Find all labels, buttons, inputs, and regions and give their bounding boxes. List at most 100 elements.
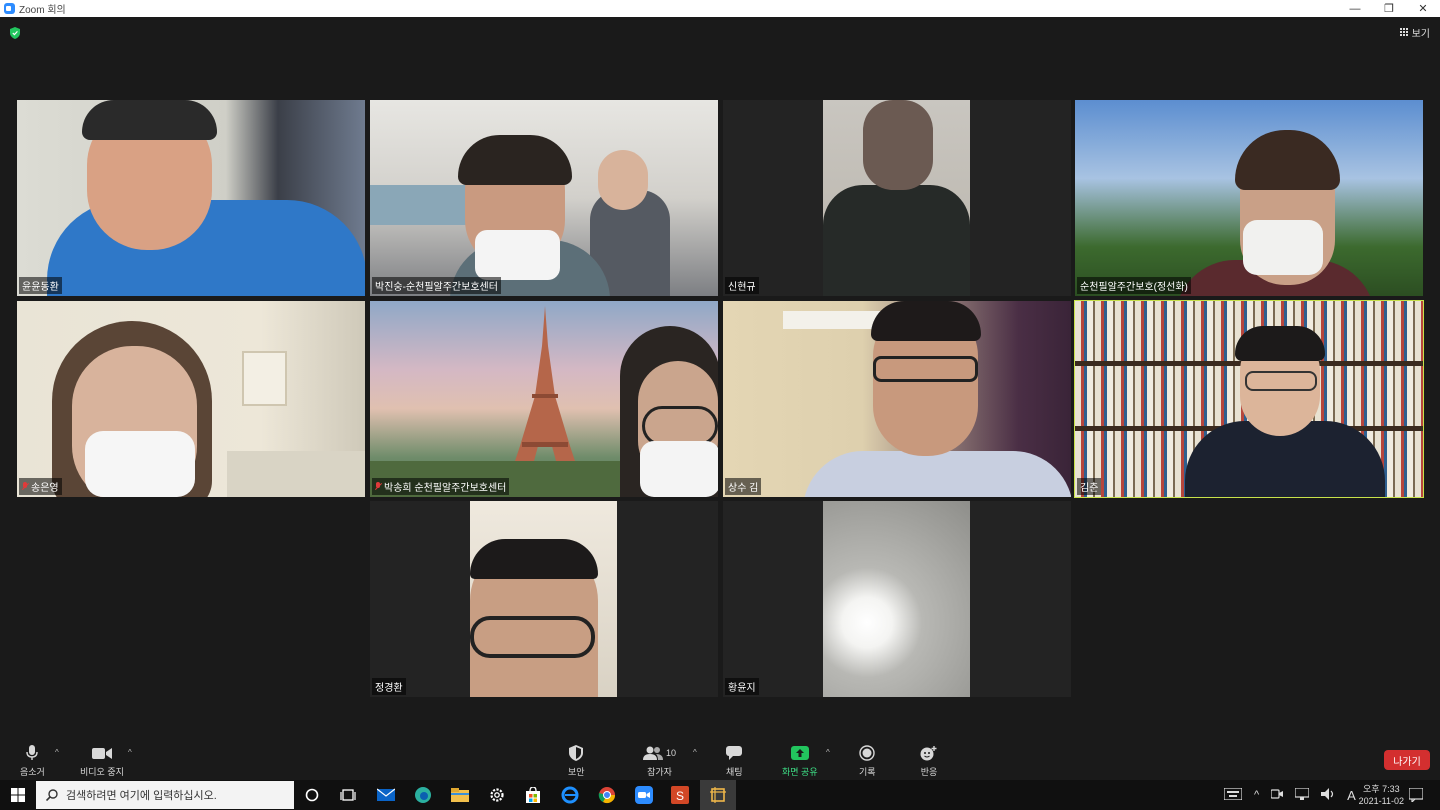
security-shield-icon (569, 744, 584, 762)
participant-name-label: 황윤지 (725, 678, 759, 695)
person-face (863, 100, 933, 190)
mute-button[interactable]: 음소거 (20, 744, 45, 778)
video-tile[interactable]: 신현규 (723, 100, 1071, 296)
show-hidden-icons-chevron-icon[interactable]: ^ (1254, 789, 1259, 801)
face-mask (475, 230, 560, 280)
participant-name-label: 송은영 (19, 478, 62, 495)
chat-label: 채팅 (726, 767, 743, 777)
leave-meeting-button[interactable]: 나가기 (1384, 750, 1430, 770)
close-button[interactable]: ✕ (1406, 0, 1440, 17)
view-label: 보기 (1411, 29, 1430, 40)
meet-now-icon[interactable] (1270, 788, 1284, 803)
eiffel-tower-image (510, 306, 580, 476)
view-button[interactable]: 보기 (1399, 25, 1430, 40)
edge-browser-icon[interactable] (413, 785, 433, 805)
face-mask (640, 441, 718, 497)
appliance (227, 451, 365, 497)
input-language-indicator[interactable]: A (1347, 788, 1356, 803)
store-icon[interactable] (523, 785, 543, 805)
participants-label: 참가자 (647, 767, 672, 777)
zoom-app-icon[interactable] (634, 785, 654, 805)
task-view-icon[interactable] (338, 785, 358, 805)
video-tile[interactable]: 황윤지 (723, 501, 1071, 697)
participant-name-label: 윤윤동환 (19, 277, 62, 294)
meeting-stage: 보기 윤윤동환 박진숭-순천필알주간보호센터 신현규 순천필알주간보호(정선화) (0, 17, 1440, 740)
file-explorer-icon[interactable] (450, 785, 470, 805)
mail-icon[interactable] (376, 785, 396, 805)
chrome-browser-icon[interactable] (597, 785, 617, 805)
security-label: 보안 (568, 767, 585, 777)
person-hair (1235, 326, 1325, 361)
record-icon (859, 744, 875, 762)
muted-mic-icon (375, 482, 381, 491)
reactions-button[interactable]: 반응 (920, 744, 938, 778)
minimize-button[interactable]: — (1338, 0, 1372, 17)
restore-button[interactable]: ❐ (1372, 0, 1406, 17)
video-options-caret[interactable]: ^ (128, 748, 132, 757)
person-body (823, 185, 970, 296)
volume-icon[interactable] (1321, 787, 1335, 803)
share-screen-icon (790, 744, 809, 762)
reactions-smiley-icon (920, 744, 938, 762)
notifications-icon[interactable] (1406, 785, 1426, 805)
security-button[interactable]: 보안 (568, 744, 585, 778)
reactions-label: 반응 (920, 767, 938, 777)
settings-gear-icon[interactable] (487, 785, 507, 805)
participants-icon: 10 (643, 744, 676, 762)
participant-name-label: 순천필알주간보호(정선화) (1077, 277, 1191, 294)
video-tile[interactable]: 상수 김 (723, 301, 1071, 497)
chat-bubble-icon (726, 744, 743, 762)
audio-options-caret[interactable]: ^ (55, 748, 59, 757)
encryption-shield-icon[interactable] (10, 27, 20, 39)
video-tile[interactable]: 송은영 (17, 301, 365, 497)
participants-options-caret[interactable]: ^ (693, 748, 697, 757)
participant-name-label: 김춘 (1077, 478, 1102, 495)
video-tile[interactable]: 윤윤동환 (17, 100, 365, 296)
video-camera-icon (91, 744, 112, 762)
share-screen-label: 화면 공유 (782, 767, 818, 777)
video-tile-active-speaker[interactable]: 김춘 (1074, 300, 1424, 498)
face-mask (1243, 220, 1323, 275)
cortana-icon[interactable] (302, 785, 322, 805)
snipping-tool-icon[interactable] (708, 785, 728, 805)
glasses (1245, 371, 1317, 391)
system-tray: ^ A (1223, 780, 1356, 810)
video-tile[interactable]: 박진숭-순천필알주간보호센터 (370, 100, 718, 296)
record-label: 기록 (859, 767, 876, 777)
chat-button[interactable]: 채팅 (726, 744, 743, 778)
taskbar-search-input[interactable]: 검색하려면 여기에 입력하십시오. (36, 781, 294, 809)
internet-explorer-icon[interactable] (560, 785, 580, 805)
search-placeholder: 검색하려면 여기에 입력하십시오. (66, 790, 217, 802)
record-button[interactable]: 기록 (859, 744, 876, 778)
taskbar-clock[interactable]: 오후 7:33 2021-11-02 (1359, 783, 1404, 807)
person-body (803, 451, 1071, 497)
video-tile[interactable]: 정경환 (370, 501, 718, 697)
zoom-logo-icon (4, 3, 15, 14)
window-titlebar: Zoom 회의 — ❐ ✕ (0, 0, 1440, 17)
person-hair (82, 100, 217, 140)
windows-logo-icon (11, 788, 25, 802)
face-mask (85, 431, 195, 497)
share-options-caret[interactable]: ^ (826, 748, 830, 757)
meeting-controls-bar: 음소거 ^ 비디오 중지 ^ 보안 10 참가자 ^ 채팅 화면 공유 ^ 기록… (0, 740, 1440, 780)
muted-mic-icon (22, 482, 28, 491)
presentation-app-icon[interactable]: S (670, 785, 690, 805)
participant-name-label: 신현규 (725, 277, 759, 294)
participants-button[interactable]: 10 참가자 (643, 744, 676, 778)
search-icon (46, 789, 58, 801)
share-screen-button[interactable]: 화면 공유 (782, 744, 818, 778)
participant-name-label: 박진숭-순천필알주간보호센터 (372, 277, 501, 294)
start-button[interactable] (0, 780, 36, 810)
microphone-icon (26, 744, 39, 762)
windows-taskbar: 검색하려면 여기에 입력하십시오. S ^ A 오후 7:33 2021-11-… (0, 780, 1440, 810)
person-face (598, 150, 648, 210)
video-tile[interactable]: 박송희 순천필알주간보호센터 (370, 301, 718, 497)
video-button[interactable]: 비디오 중지 (80, 744, 124, 778)
participant-name-label: 박송희 순천필알주간보호센터 (372, 478, 510, 495)
clock-time: 오후 7:33 (1363, 784, 1400, 794)
video-tile[interactable]: 순천필알주간보호(정선화) (1075, 100, 1423, 296)
keyboard-icon[interactable] (1223, 786, 1243, 803)
mute-label: 음소거 (20, 767, 45, 777)
network-icon[interactable] (1294, 786, 1310, 803)
person-hair (458, 135, 572, 185)
